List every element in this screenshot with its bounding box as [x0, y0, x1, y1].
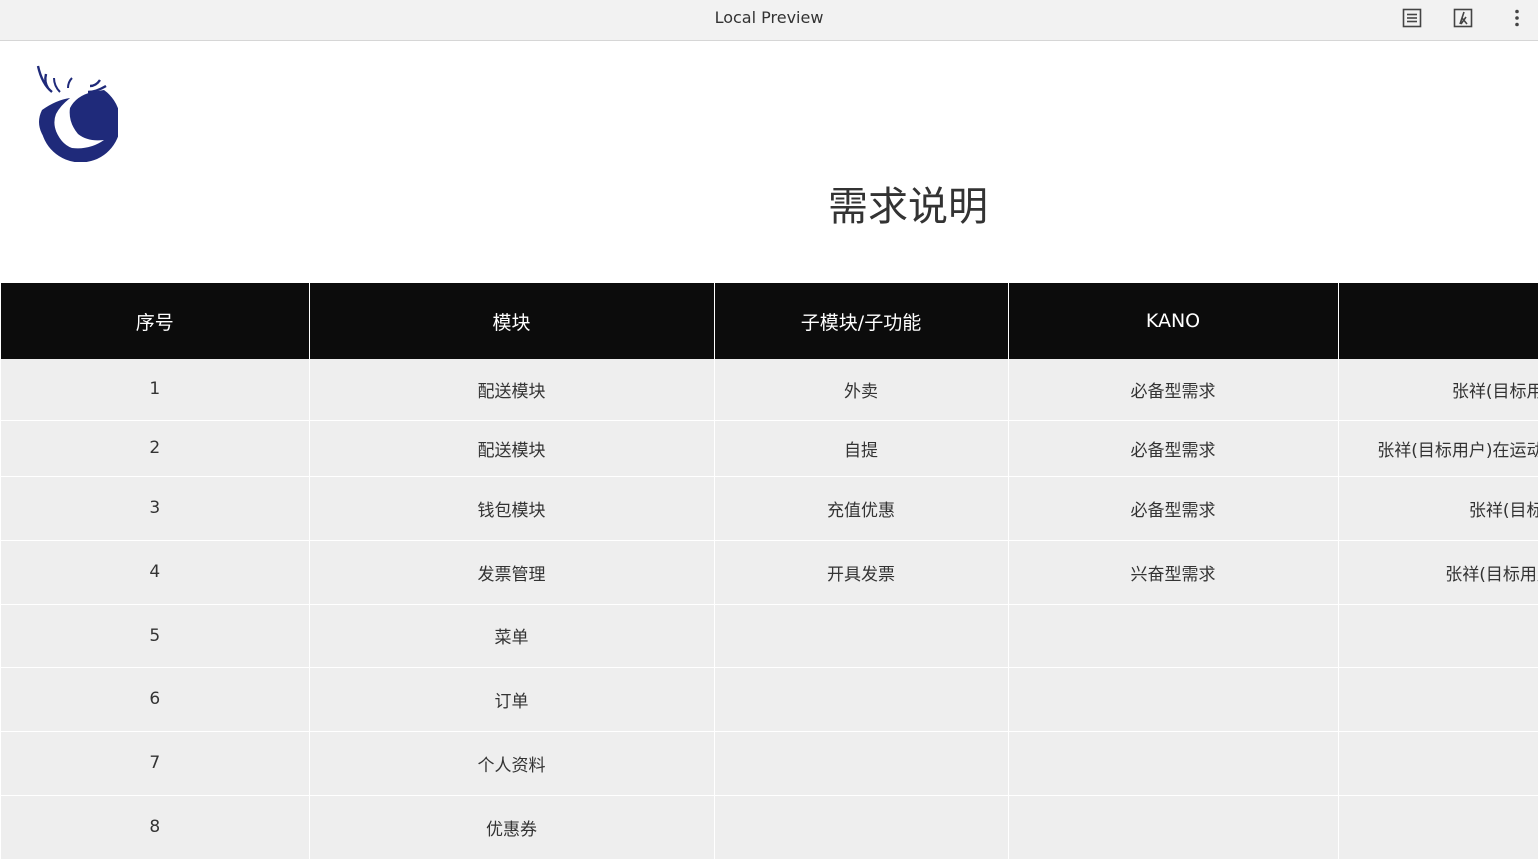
row-submodule: 充值优惠	[714, 476, 1009, 541]
row-description: 张祥(目标用户	[1338, 359, 1538, 421]
table-row: 7 个人资料	[1, 731, 1538, 796]
row-submodule	[714, 795, 1009, 860]
formula-icon[interactable]	[1452, 7, 1474, 29]
column-header-index: 序号	[1, 283, 310, 359]
row-kano	[1008, 604, 1339, 668]
page-title: 需求说明	[828, 184, 988, 230]
requirements-table: 序号 模块 子模块/子功能 KANO 1 配送模块 外卖 必备型需求 张祥(目标…	[1, 283, 1538, 860]
row-kano: 兴奋型需求	[1008, 540, 1339, 605]
row-description	[1338, 795, 1538, 860]
row-submodule	[714, 731, 1009, 796]
column-header-submodule: 子模块/子功能	[714, 283, 1009, 359]
document-icon[interactable]	[1401, 7, 1423, 29]
column-header-kano: KANO	[1008, 283, 1339, 359]
row-kano: 必备型需求	[1008, 476, 1339, 541]
row-module: 菜单	[309, 604, 715, 668]
row-kano	[1008, 795, 1339, 860]
row-index: 2	[1, 420, 310, 477]
row-submodule	[714, 667, 1009, 732]
row-module: 订单	[309, 667, 715, 732]
column-header-module: 模块	[309, 283, 715, 359]
row-module: 个人资料	[309, 731, 715, 796]
row-index: 4	[1, 540, 310, 605]
row-index: 8	[1, 795, 310, 860]
table-row: 3 钱包模块 充值优惠 必备型需求 张祥(目标用	[1, 476, 1538, 541]
row-description	[1338, 604, 1538, 668]
column-header-description	[1338, 283, 1538, 359]
title-bar: Local Preview	[0, 0, 1538, 41]
row-index: 1	[1, 359, 310, 421]
row-kano	[1008, 667, 1339, 732]
row-module: 优惠券	[309, 795, 715, 860]
row-index: 7	[1, 731, 310, 796]
row-kano: 必备型需求	[1008, 359, 1339, 421]
row-module: 发票管理	[309, 540, 715, 605]
row-module: 配送模块	[309, 420, 715, 477]
deer-logo	[36, 65, 118, 162]
row-submodule	[714, 604, 1009, 668]
row-description: 张祥(目标用户)	[1338, 540, 1538, 605]
table-row: 5 菜单	[1, 604, 1538, 668]
table-row: 4 发票管理 开具发票 兴奋型需求 张祥(目标用户)	[1, 540, 1538, 605]
row-description: 张祥(目标用	[1338, 476, 1538, 541]
row-submodule: 自提	[714, 420, 1009, 477]
row-index: 5	[1, 604, 310, 668]
row-module: 配送模块	[309, 359, 715, 421]
row-kano: 必备型需求	[1008, 420, 1339, 477]
table-row: 2 配送模块 自提 必备型需求 张祥(目标用户)在运动场	[1, 420, 1538, 477]
row-submodule: 外卖	[714, 359, 1009, 421]
table-row: 8 优惠券	[1, 795, 1538, 860]
row-description	[1338, 667, 1538, 732]
row-index: 6	[1, 667, 310, 732]
row-description	[1338, 731, 1538, 796]
row-index: 3	[1, 476, 310, 541]
window-title: Local Preview	[714, 8, 824, 27]
table-header-row: 序号 模块 子模块/子功能 KANO	[1, 283, 1538, 359]
row-kano	[1008, 731, 1339, 796]
row-module: 钱包模块	[309, 476, 715, 541]
row-description: 张祥(目标用户)在运动场	[1338, 420, 1538, 477]
table-row: 1 配送模块 外卖 必备型需求 张祥(目标用户	[1, 359, 1538, 421]
more-vertical-icon[interactable]	[1506, 7, 1528, 29]
table-row: 6 订单	[1, 667, 1538, 732]
row-submodule: 开具发票	[714, 540, 1009, 605]
